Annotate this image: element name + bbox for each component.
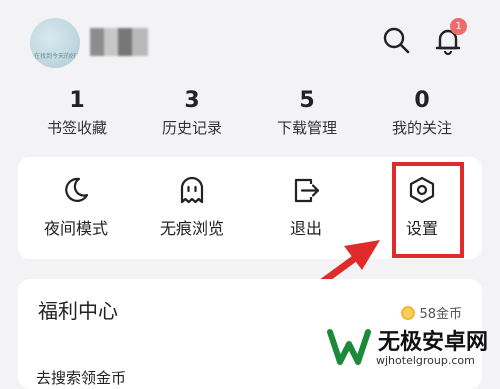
welfare-title: 福利中心: [38, 299, 118, 323]
watermark-url: wjhotelgroup.com: [376, 354, 475, 367]
watermark: 无极安卓网 wjhotelgroup.com: [320, 320, 500, 375]
coin-icon: [401, 305, 416, 320]
watermark-logo-icon: [327, 329, 371, 365]
watermark-brand: 无极安卓网: [378, 330, 489, 355]
welfare-subtitle: 去搜索领金币: [36, 369, 127, 387]
